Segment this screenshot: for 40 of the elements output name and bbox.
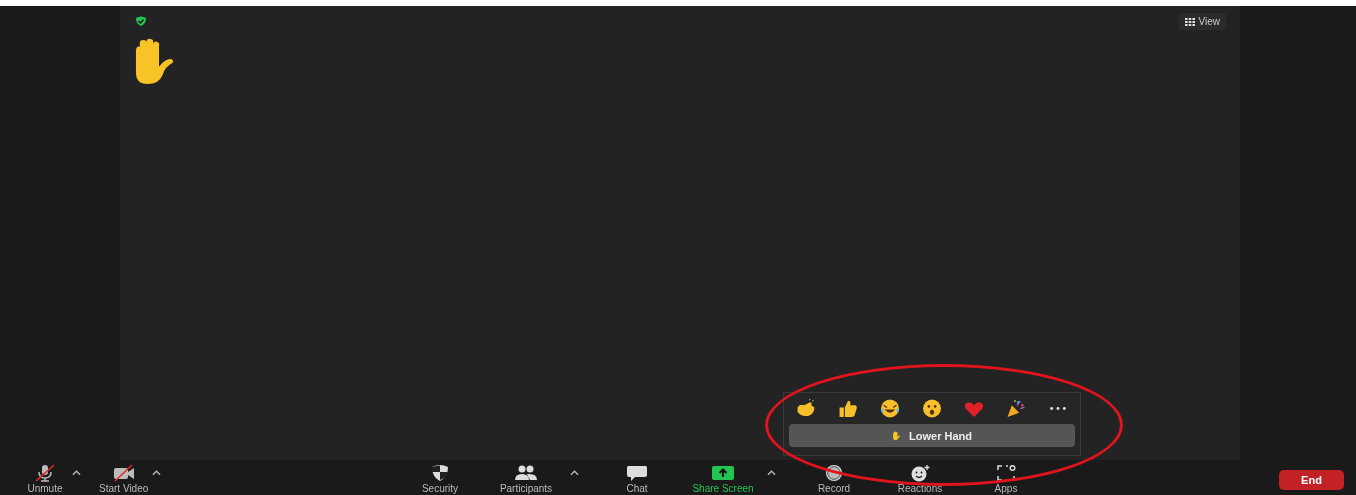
- hand-icon: [892, 429, 903, 442]
- laughing-face-icon[interactable]: [879, 399, 901, 418]
- toolbar-label: Reactions: [897, 483, 943, 495]
- chat-bubble-icon: [625, 464, 649, 482]
- party-popper-icon[interactable]: [1005, 399, 1027, 418]
- lower-hand-button[interactable]: Lower Hand: [789, 424, 1075, 447]
- toolbar-button[interactable]: Share Screen: [685, 460, 761, 495]
- toolbar-button[interactable]: Unmute: [22, 460, 68, 495]
- muted-microphone-icon: [33, 464, 57, 482]
- video-off-icon: [111, 464, 136, 482]
- toolbar-button[interactable]: Record: [796, 460, 872, 495]
- view-button[interactable]: View: [1178, 13, 1226, 30]
- clapping-hands-icon[interactable]: [795, 399, 817, 418]
- people-icon: [514, 464, 538, 482]
- caret-icon[interactable]: [72, 470, 81, 476]
- toolbar-button[interactable]: Chat: [599, 460, 675, 495]
- toolbar-label: Security: [421, 483, 459, 495]
- toolbar-button[interactable]: Security: [402, 460, 478, 495]
- share-screen-icon: [711, 464, 735, 482]
- heart-icon[interactable]: [963, 399, 985, 418]
- toolbar-label: Chat: [626, 483, 648, 495]
- caret-icon[interactable]: [767, 470, 776, 476]
- shield-icon: [135, 16, 147, 26]
- toolbar-label: Record: [817, 483, 851, 495]
- caret-icon[interactable]: [570, 470, 579, 476]
- toolbar-button[interactable]: Reactions: [882, 460, 958, 495]
- toolbar-label: Participants: [499, 483, 553, 495]
- surprised-face-icon[interactable]: [921, 399, 943, 418]
- toolbar-label: Apps: [994, 483, 1018, 495]
- toolbar-button[interactable]: Participants: [488, 460, 564, 495]
- toolbar-button[interactable]: Apps: [968, 460, 1044, 495]
- end-button[interactable]: End: [1279, 470, 1344, 490]
- toolbar-label: Unmute: [27, 483, 63, 495]
- toolbar-label: Start Video: [99, 483, 149, 495]
- apps-icon: [994, 464, 1018, 482]
- toolbar-label: Share Screen: [692, 483, 754, 495]
- grid-icon: [1184, 17, 1195, 26]
- toolbar-button[interactable]: Start Video: [99, 460, 149, 495]
- caret-icon[interactable]: [152, 470, 162, 476]
- thumbs-up-icon[interactable]: [837, 399, 859, 418]
